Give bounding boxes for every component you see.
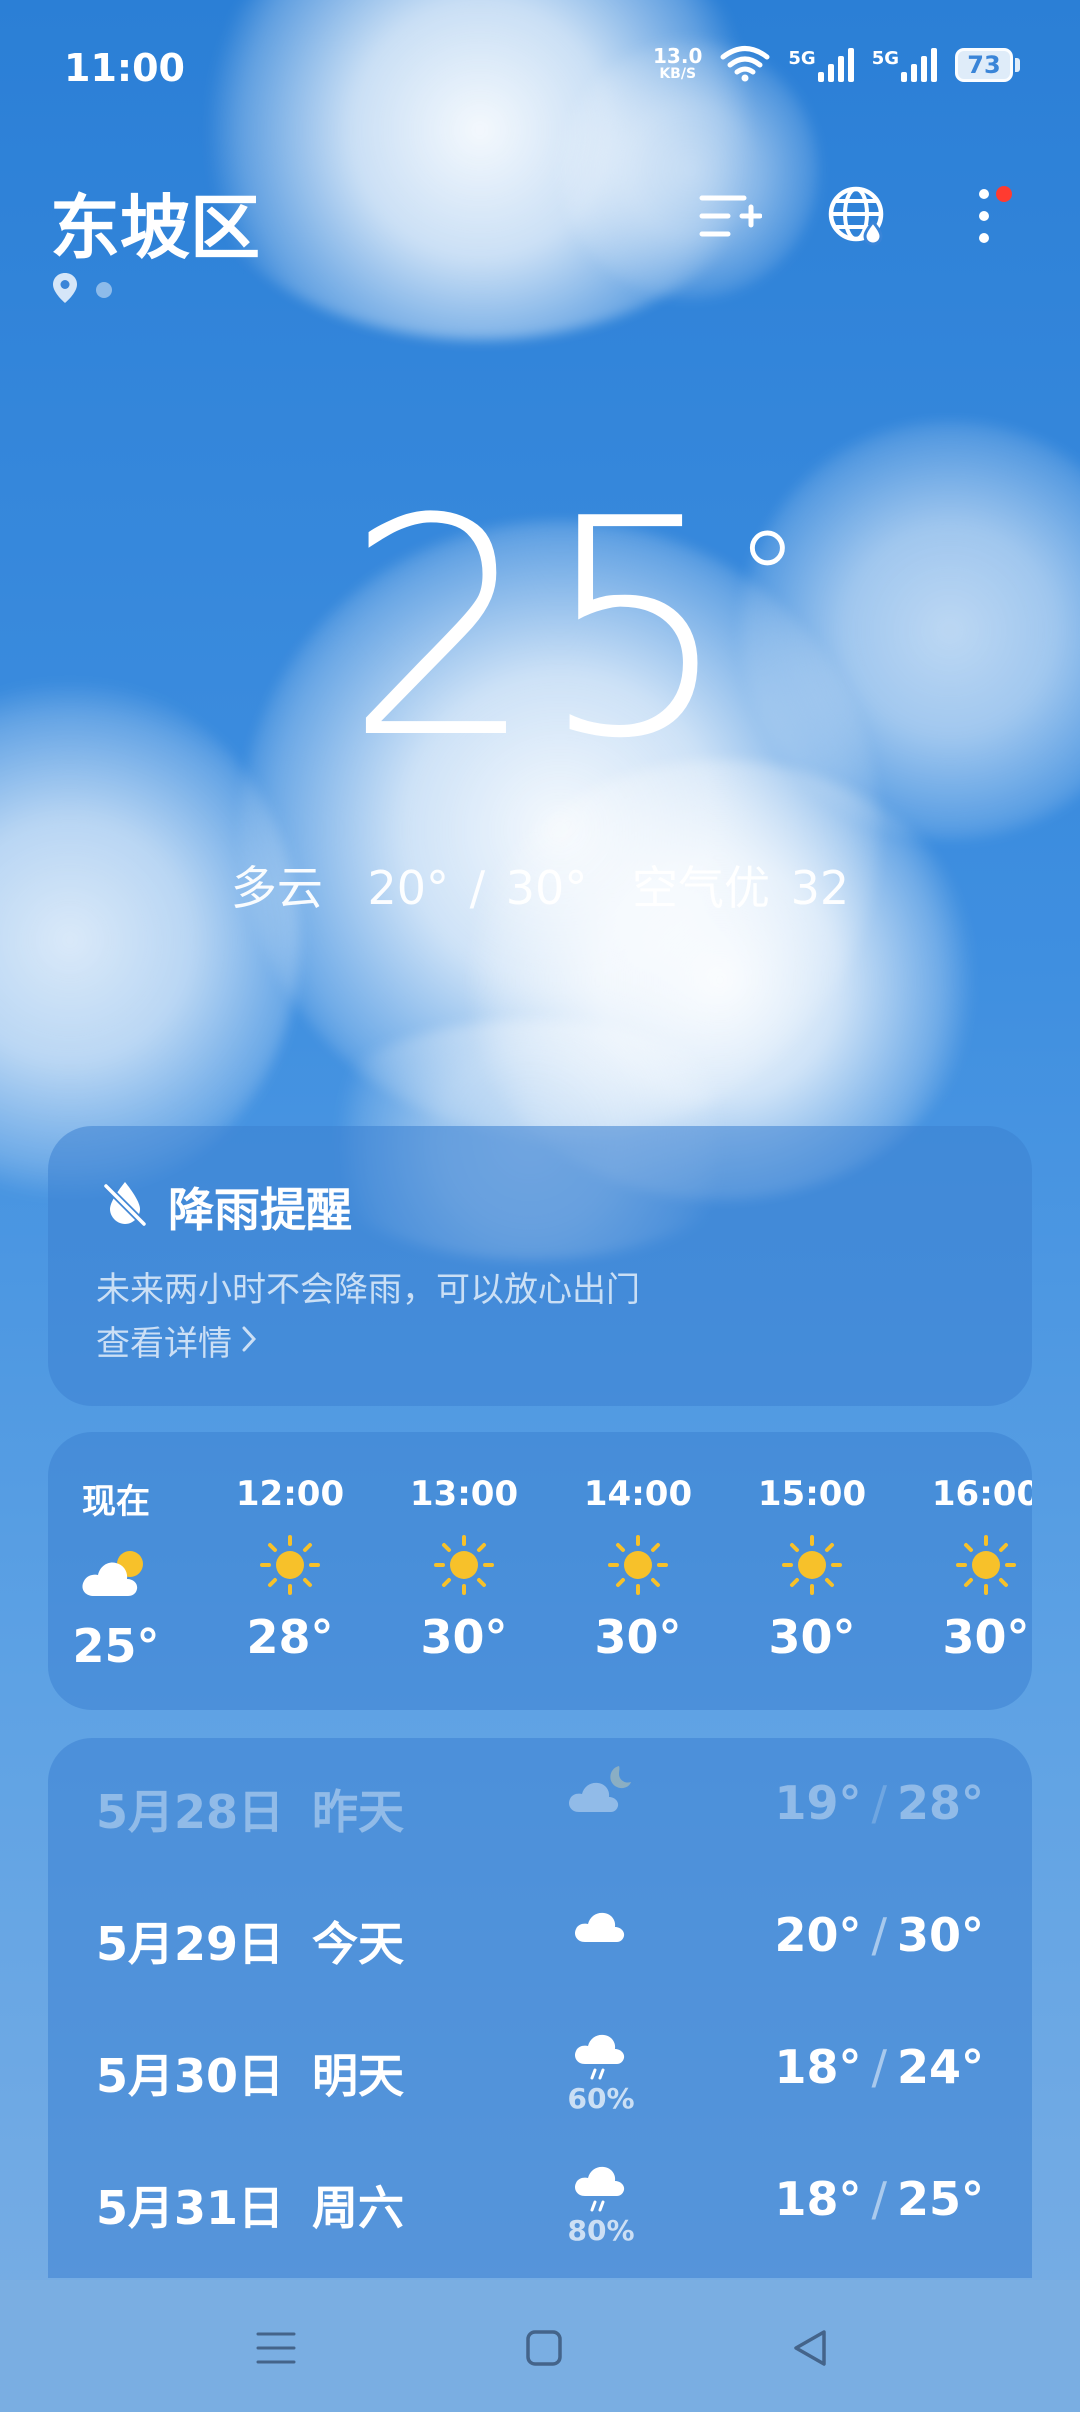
recents-button[interactable] (246, 2320, 306, 2380)
add-city-button[interactable] (694, 182, 766, 254)
partly-cloudy-icon (76, 1544, 156, 1608)
back-triangle-icon (790, 2328, 830, 2372)
weather-map-button[interactable] (822, 182, 894, 254)
square-icon (524, 2328, 564, 2372)
rain-icon (565, 2158, 637, 2218)
hourly-item: 现在 25° (72, 1482, 160, 1673)
sun-icon (780, 1533, 844, 1601)
hourly-forecast[interactable]: 现在 25° 12:00 28° 13:00 30° 14:00 30° 15:… (48, 1432, 1032, 1710)
current-temperature: 25 ° (345, 455, 804, 804)
hourly-item: 13:00 30° (409, 1474, 519, 1664)
precip-chance: 80% (567, 2214, 635, 2247)
rain-alert-card[interactable]: 降雨提醒 未来两小时不会降雨，可以放心出门 查看详情 (48, 1126, 1032, 1406)
precip-chance: 60% (567, 2082, 635, 2115)
notification-dot (996, 186, 1012, 202)
home-button[interactable] (514, 2320, 574, 2380)
hourly-item: 12:00 28° (235, 1474, 345, 1664)
more-vertical-icon (974, 186, 994, 250)
view-details-link[interactable]: 查看详情 (96, 1316, 257, 1365)
degree-symbol: ° (734, 503, 804, 655)
sun-icon (606, 1533, 670, 1601)
more-menu-button[interactable] (948, 182, 1020, 254)
rain-icon (565, 2026, 637, 2086)
location-pin-icon (52, 272, 78, 308)
sun-icon (258, 1533, 322, 1601)
rain-alert-title: 降雨提醒 (168, 1183, 352, 1237)
current-range: 20° / 30° (367, 861, 588, 915)
city-name[interactable]: 东坡区 (50, 172, 260, 273)
daily-row[interactable]: 5月29日 今天 20°/30° (48, 1880, 1032, 1990)
sun-icon (432, 1533, 496, 1601)
header: 东坡区 (0, 160, 1080, 320)
page-dot (96, 282, 112, 298)
net-speed: 13.0 KB/S (653, 44, 703, 82)
rain-alert-message: 未来两小时不会降雨，可以放心出门 (96, 1270, 640, 1310)
signal-bars-icon (901, 48, 937, 82)
navigation-bar (0, 2280, 1080, 2412)
daily-forecast[interactable]: 5月28日 昨天 19°/28° 5月29日 今天 20°/30° 5月30日 … (48, 1738, 1032, 2278)
signal-bars-icon (817, 48, 854, 82)
signal-sim1: 5G (788, 48, 854, 82)
battery-level: 73 (955, 48, 1013, 82)
menu-icon (256, 2328, 296, 2372)
chevron-right-icon (242, 1321, 257, 1361)
clock: 11:00 (64, 46, 185, 90)
wifi-icon (720, 44, 770, 86)
battery-icon: 73 (955, 48, 1020, 82)
status-bar: 11:00 13.0 KB/S 5G 5G 73 (0, 0, 1080, 140)
daily-row[interactable]: 5月30日 明天 60% 18°/24° (48, 2012, 1032, 2122)
current-condition: 多云 (230, 861, 323, 915)
no-rain-icon (100, 1178, 150, 1228)
list-add-icon (698, 188, 763, 248)
daily-row[interactable]: 5月28日 昨天 19°/28° (48, 1748, 1032, 1858)
hourly-item: 15:00 30° (757, 1474, 867, 1664)
daily-row[interactable]: 5月31日 周六 80% 18°/25° (48, 2144, 1032, 2254)
hourly-item: 14:00 30° (583, 1474, 693, 1664)
current-summary[interactable]: 多云 20° / 30° 空气优 32 (0, 852, 1080, 918)
sun-icon (954, 1533, 1018, 1601)
page-indicator (52, 272, 112, 308)
cloud-icon (565, 1894, 637, 1954)
globe-drop-icon (826, 184, 890, 252)
signal-sim2: 5G (872, 48, 937, 82)
air-quality: 空气优 32 (631, 861, 850, 915)
back-button[interactable] (780, 2320, 840, 2380)
hourly-item: 16:00 30° (931, 1474, 1032, 1664)
cloud-moon-icon (565, 1762, 637, 1822)
